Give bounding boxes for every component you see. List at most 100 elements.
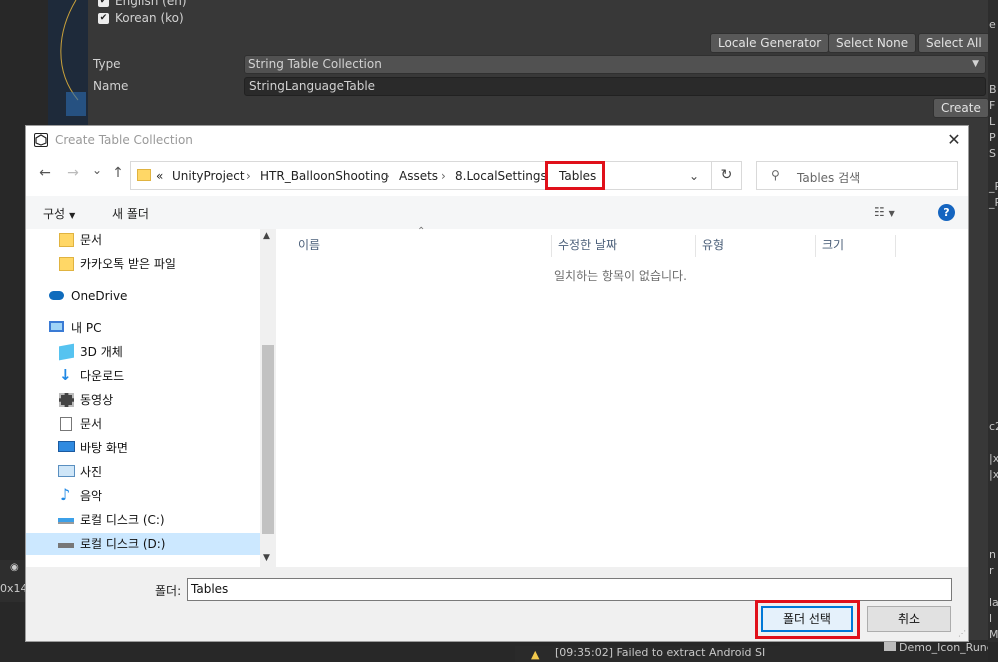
folder-icon xyxy=(137,169,151,181)
nav-item-label: 로컬 디스크 (D:) xyxy=(80,537,166,551)
music-icon: ♪ xyxy=(60,485,71,504)
locale-generator-button[interactable]: Locale Generator xyxy=(710,33,830,53)
breadcrumb-overflow[interactable]: « xyxy=(156,169,163,183)
nav-item-videos[interactable]: 동영상 xyxy=(26,389,260,411)
search-box[interactable]: ⚲ Tables 검색 xyxy=(756,161,958,190)
locale-row-ko[interactable]: ✔ Korean (ko) xyxy=(98,11,184,25)
name-field[interactable]: StringLanguageTable xyxy=(244,77,986,96)
locale-row-en[interactable]: ✔ English (en) xyxy=(98,0,187,8)
nav-item-desktop[interactable]: 바탕 화면 xyxy=(26,437,260,459)
column-size[interactable]: 크기 xyxy=(816,235,896,257)
title-bar[interactable]: Create Table Collection ✕ xyxy=(26,126,968,154)
type-dropdown[interactable]: String Table Collection ▼ xyxy=(244,55,986,74)
nav-item-label: 사진 xyxy=(80,465,103,479)
panel-text: n xyxy=(989,548,996,561)
pc-icon xyxy=(49,321,64,332)
create-button[interactable]: Create xyxy=(933,98,989,118)
console-text: [09:35:02] Failed to extract Android SI xyxy=(555,646,766,659)
new-folder-button[interactable]: 새 폴더 xyxy=(112,205,149,222)
tables-highlight-box xyxy=(545,161,605,190)
nav-item-label: 카카오톡 받은 파일 xyxy=(80,257,176,271)
nav-item-onedrive[interactable]: OneDrive xyxy=(26,285,260,307)
nav-item-documents[interactable]: 문서 xyxy=(26,413,260,435)
sort-up-icon: ⌃ xyxy=(417,226,426,237)
resize-grip-icon[interactable]: ⋰ xyxy=(958,629,966,638)
breadcrumb-separator: › xyxy=(441,169,446,183)
refresh-icon[interactable]: ↻ xyxy=(712,161,742,190)
panel-text: l xyxy=(989,612,993,625)
panel-text: F xyxy=(989,99,996,112)
help-icon[interactable]: ? xyxy=(938,204,955,221)
recent-locations-icon[interactable]: ⌄ xyxy=(87,163,107,177)
panel-text: _P xyxy=(989,180,998,193)
nav-item-label: 문서 xyxy=(80,233,103,247)
up-arrow-icon[interactable]: ↑ xyxy=(108,165,128,181)
panel-text: L xyxy=(989,115,996,128)
nav-item-downloads[interactable]: ↓ 다운로드 xyxy=(26,365,260,387)
nav-item-3d-objects[interactable]: 3D 개체 xyxy=(26,341,260,363)
cancel-button[interactable]: 취소 xyxy=(867,606,951,632)
download-icon: ↓ xyxy=(59,366,72,384)
nav-item-documents-quick[interactable]: 문서 xyxy=(26,229,260,251)
scroll-up-icon[interactable]: ▲ xyxy=(263,231,270,241)
panel-text: c2 xyxy=(989,420,998,433)
checkbox-icon[interactable]: ✔ xyxy=(98,13,109,24)
nav-item-music[interactable]: ♪ 음악 xyxy=(26,485,260,507)
nav-item-this-pc[interactable]: 내 PC xyxy=(26,317,260,339)
chevron-down-icon[interactable]: ⌄ xyxy=(689,169,699,183)
folder-icon xyxy=(884,642,896,651)
scene-curve-graphic xyxy=(60,0,86,116)
navigation-bar: ← → ⌄ ↑ « UnityProject › HTR_BalloonShoo… xyxy=(26,154,968,196)
nav-item-kakaotalk[interactable]: 카카오톡 받은 파일 xyxy=(26,253,260,275)
name-label: Name xyxy=(93,79,129,93)
project-item[interactable]: Demo_Icon_Rune xyxy=(780,640,988,662)
picture-icon xyxy=(58,465,75,477)
nav-item-label: 다운로드 xyxy=(80,369,125,383)
nav-item-local-disk-d[interactable]: 로컬 디스크 (D:) xyxy=(26,533,260,555)
breadcrumb-localsettings[interactable]: 8.LocalSettings xyxy=(455,169,547,183)
nav-item-local-disk-c[interactable]: 로컬 디스크 (C:) xyxy=(26,509,260,531)
project-item-label: Demo_Icon_Rune xyxy=(899,641,988,654)
close-icon[interactable]: ✕ xyxy=(942,130,966,150)
empty-message: 일치하는 항목이 없습니다. xyxy=(554,269,687,283)
folder-input[interactable]: Tables xyxy=(187,578,952,601)
gamepad-icon: ◉ xyxy=(10,562,19,573)
game-view-tab[interactable]: ◉ 0x14 xyxy=(0,560,25,602)
column-type[interactable]: 유형 xyxy=(696,235,816,257)
address-bar[interactable]: « UnityProject › HTR_BalloonShooting › A… xyxy=(130,161,712,190)
video-icon xyxy=(59,393,74,407)
search-icon: ⚲ xyxy=(771,168,780,182)
checkbox-icon[interactable]: ✔ xyxy=(98,0,109,7)
select-none-button[interactable]: Select None xyxy=(828,33,917,53)
breadcrumb-assets[interactable]: Assets xyxy=(399,169,438,183)
view-options-icon[interactable]: ☷ ▼ xyxy=(874,205,895,219)
breadcrumb-unityproject[interactable]: UnityProject xyxy=(172,169,245,183)
column-date-modified[interactable]: 수정한 날짜 xyxy=(552,235,696,257)
back-arrow-icon[interactable]: ← xyxy=(35,165,55,181)
nav-item-label: 로컬 디스크 (C:) xyxy=(80,513,165,527)
column-name[interactable]: 이름 xyxy=(292,235,552,257)
select-all-button[interactable]: Select All xyxy=(918,33,990,53)
forward-arrow-icon[interactable]: → xyxy=(63,165,83,181)
desktop-icon xyxy=(58,441,75,452)
game-resolution: 0x14 xyxy=(0,582,25,595)
unity-scene-view xyxy=(48,0,88,130)
breadcrumb-htr-balloonshooting[interactable]: HTR_BalloonShooting xyxy=(260,169,388,183)
organize-menu[interactable]: 구성 ▼ xyxy=(43,205,75,222)
organize-label: 구성 xyxy=(43,207,66,221)
dialog-footer: 폴더: Tables 폴더 선택 취소 ⋰ xyxy=(26,567,968,641)
nav-item-label: 음악 xyxy=(80,489,103,503)
nav-item-pictures[interactable]: 사진 xyxy=(26,461,260,483)
folder-label: 폴더: xyxy=(155,584,182,598)
nav-item-label: 동영상 xyxy=(80,393,114,407)
select-folder-highlight-box xyxy=(755,600,860,639)
unity-right-panel: e B F L P S _P _P c2 |x |x n r la l M xyxy=(988,0,998,662)
breadcrumb-separator: › xyxy=(385,169,390,183)
scrollbar-thumb[interactable] xyxy=(262,345,274,534)
create-table-collection-dialog: Create Table Collection ✕ ← → ⌄ ↑ « Unit… xyxy=(25,125,969,642)
console-message[interactable]: ▲ [09:35:02] Failed to extract Android S… xyxy=(515,646,780,662)
scroll-down-icon[interactable]: ▼ xyxy=(263,553,270,563)
type-value: String Table Collection xyxy=(248,57,382,71)
search-placeholder: Tables 검색 xyxy=(797,171,861,185)
dropdown-arrow-icon: ▼ xyxy=(69,211,76,220)
